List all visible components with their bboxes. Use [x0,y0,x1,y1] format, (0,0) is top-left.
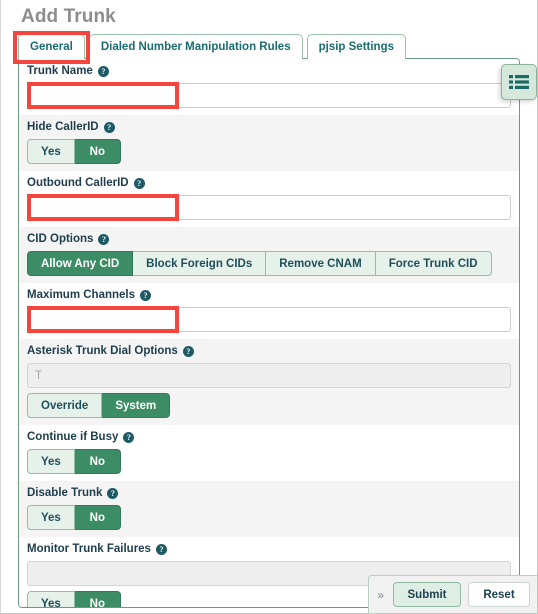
field-row-cid-options: CID Options ? Allow Any CID Block Foreig… [19,227,519,283]
label-maximum-channels: Maximum Channels ? [27,289,511,302]
label-continue-if-busy: Continue if Busy ? [27,431,511,444]
monitor-trunk-failures-yes-button[interactable]: Yes [27,591,75,607]
add-trunk-page: Add Trunk General Dialed Number Manipula… [0,0,538,614]
tab-dialed-number-manipulation-rules-label: Dialed Number Manipulation Rules [100,41,291,53]
field-row-disable-trunk: Disable Trunk ? Yes No [19,481,519,537]
asterisk-dial-options-override-button[interactable]: Override [27,393,103,418]
form-action-bar: » Submit Reset [368,575,538,614]
hide-callerid-no-button[interactable]: No [74,139,121,164]
label-outbound-callerid: Outbound CallerID ? [27,177,511,190]
disable-trunk-yes-button[interactable]: Yes [27,505,75,530]
general-settings-panel: Trunk Name ? Hide CallerID ? Yes No Outb… [18,58,520,608]
disable-trunk-toggle: Yes No [27,505,511,530]
label-disable-trunk: Disable Trunk ? [27,487,511,500]
continue-if-busy-no-button[interactable]: No [74,449,121,474]
help-circle-icon-trunk-name[interactable]: ? [97,66,109,77]
cid-options-remove-cnam-button[interactable]: Remove CNAM [266,251,376,276]
expand-actions-icon[interactable]: » [375,588,386,602]
page-title: Add Trunk [21,6,116,27]
help-circle-icon-hide-callerid[interactable]: ? [103,122,115,133]
field-row-hide-callerid: Hide CallerID ? Yes No [19,115,519,171]
help-circle-icon-asterisk-trunk-dial-options[interactable]: ? [182,346,194,357]
label-monitor-trunk-failures: Monitor Trunk Failures ? [27,543,511,556]
asterisk-trunk-dial-options-toggle: Override System [27,393,511,418]
help-circle-icon-monitor-trunk-failures[interactable]: ? [155,544,167,555]
label-trunk-name: Trunk Name ? [27,65,511,78]
submit-button[interactable]: Submit [393,582,461,607]
outbound-callerid-input[interactable] [27,195,511,220]
field-row-maximum-channels: Maximum Channels ? [19,283,519,339]
cid-options-allow-any-cid-button[interactable]: Allow Any CID [27,251,134,276]
help-circle-icon-disable-trunk[interactable]: ? [107,488,119,499]
help-circle-icon-outbound-callerid[interactable]: ? [133,178,145,189]
continue-if-busy-yes-button[interactable]: Yes [27,449,75,474]
tab-pjsip-settings[interactable]: pjsip Settings [306,34,407,59]
tab-pjsip-settings-label: pjsip Settings [318,41,395,53]
field-row-asterisk-trunk-dial-options: Asterisk Trunk Dial Options ? Override S… [19,339,519,425]
asterisk-trunk-dial-options-input [27,363,511,388]
field-row-continue-if-busy: Continue if Busy ? Yes No [19,425,519,481]
hide-callerid-yes-button[interactable]: Yes [27,139,75,164]
tab-bar: General Dialed Number Manipulation Rules… [13,31,537,64]
label-asterisk-trunk-dial-options: Asterisk Trunk Dial Options ? [27,345,511,358]
disable-trunk-no-button[interactable]: No [74,505,121,530]
tab-dialed-number-manipulation-rules[interactable]: Dialed Number Manipulation Rules [88,34,303,59]
label-cid-options: CID Options ? [27,233,511,246]
help-circle-icon-maximum-channels[interactable]: ? [140,290,151,301]
list-icon [509,75,529,89]
tab-general[interactable]: General [18,34,85,59]
reset-button[interactable]: Reset [468,582,530,607]
asterisk-dial-options-system-button[interactable]: System [102,393,171,418]
field-row-outbound-callerid: Outbound CallerID ? [19,171,519,227]
maximum-channels-input[interactable] [27,307,511,332]
trunk-name-input[interactable] [27,83,511,108]
label-hide-callerid: Hide CallerID ? [27,121,511,134]
tab-general-label: General [30,41,73,53]
monitor-trunk-failures-no-button[interactable]: No [74,591,121,607]
cid-options-block-foreign-cids-button[interactable]: Block Foreign CIDs [133,251,267,276]
cid-options-force-trunk-cid-button[interactable]: Force Trunk CID [375,251,492,276]
list-icon-button[interactable] [501,64,537,100]
continue-if-busy-toggle: Yes No [27,449,511,474]
field-row-trunk-name: Trunk Name ? [19,59,519,115]
help-circle-icon-continue-if-busy[interactable]: ? [123,432,135,443]
cid-options-toggle: Allow Any CID Block Foreign CIDs Remove … [27,251,511,276]
hide-callerid-toggle: Yes No [27,139,511,164]
help-circle-icon-cid-options[interactable]: ? [98,234,110,245]
